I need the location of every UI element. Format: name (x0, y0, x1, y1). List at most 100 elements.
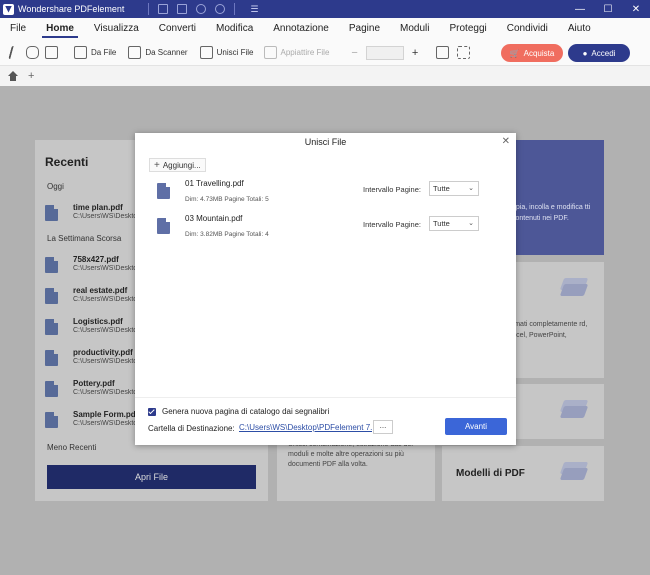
unisci-file-label: Unisci File (216, 48, 254, 57)
recent-title: Recenti (45, 155, 89, 169)
accedi-label: Accedi (591, 48, 616, 58)
zoom-out-button[interactable]: − (351, 40, 357, 66)
page-range-select[interactable]: Tutte ⌄ (429, 181, 479, 196)
recent-file-name: time plan.pdf (73, 203, 123, 212)
recent-file-name: Sample Form.pdf (73, 410, 139, 419)
da-file-button[interactable]: Da File (74, 40, 116, 66)
close-window-button[interactable]: ✕ (622, 0, 650, 18)
catalog-checkbox[interactable] (148, 407, 156, 416)
user-icon: ● (582, 48, 588, 58)
recent-file-name: 758x427.pdf (73, 255, 119, 264)
unisci-file-button[interactable]: Unisci File (199, 40, 254, 66)
menu-moduli[interactable]: Moduli (390, 18, 439, 40)
dialog-close-icon[interactable]: ✕ (502, 136, 510, 147)
fit-page-icon (436, 46, 450, 59)
page-range-label: Intervallo Pagine: (363, 185, 421, 194)
plus-icon: + (154, 159, 160, 171)
pdf-file-icon (45, 381, 58, 397)
pdf-templates-card[interactable]: Modelli di PDF (442, 446, 604, 501)
combine-file-icon (199, 46, 213, 59)
merge-file-row[interactable]: 03 Mountain.pdf Dim: 3.82MB Pagine Total… (157, 214, 507, 244)
chevron-down-icon: ⌄ (468, 185, 474, 192)
new-tab-button[interactable]: + (28, 70, 34, 82)
merge-file-name: 01 Travelling.pdf (185, 179, 244, 188)
maximize-button[interactable]: ☐ (594, 0, 622, 18)
recent-file-name: real estate.pdf (73, 286, 128, 295)
page-range-select[interactable]: Tutte ⌄ (429, 216, 479, 231)
pdf-file-icon (45, 412, 58, 428)
edit-pdf-description: opia, incolla e modifica tti contenuti n… (512, 204, 591, 222)
print-icon[interactable] (177, 4, 188, 14)
page-range-label: Intervallo Pagine: (363, 220, 421, 229)
home-tab-icon[interactable] (8, 71, 18, 81)
menu-pagine[interactable]: Pagine (339, 18, 390, 40)
catalog-label: Genera nuova pagina di catalogo dai segn… (162, 407, 330, 416)
pdf-templates-title: Modelli di PDF (456, 468, 525, 479)
combine-files-dialog: Unisci File ✕ + Aggiungi... 01 Travellin… (135, 133, 516, 445)
zoom-in-button[interactable]: + (412, 40, 418, 66)
next-button[interactable]: Avanti (445, 418, 507, 435)
app-title: Wondershare PDFelement (18, 4, 125, 14)
dialog-title: Unisci File (304, 137, 347, 147)
menu-proteggi[interactable]: Proteggi (439, 18, 496, 40)
accedi-button[interactable]: ● Accedi (568, 44, 630, 62)
da-scanner-button[interactable]: Da Scanner (128, 40, 188, 66)
pdf-file-icon (45, 319, 58, 335)
hand-tool[interactable] (26, 40, 43, 66)
menu-home[interactable]: Home (36, 18, 84, 40)
select-tool[interactable] (8, 40, 22, 66)
merge-file-size: Dim: 3.82MB Pagine Totali: 4 (185, 231, 269, 238)
menu-converti[interactable]: Converti (149, 18, 206, 40)
merge-file-row[interactable]: 01 Travelling.pdf Dim: 4.73MB Pagine Tot… (157, 179, 507, 209)
redo-icon[interactable] (215, 4, 226, 14)
browse-folder-button[interactable]: ... (373, 420, 393, 434)
section-today: Oggi (47, 182, 64, 191)
pdf-file-icon (45, 257, 58, 273)
menu-annotazione[interactable]: Annotazione (263, 18, 339, 40)
add-files-button[interactable]: + Aggiungi... (149, 158, 206, 172)
title-bar: Wondershare PDFelement ☰ — ☐ ✕ (0, 0, 650, 18)
recent-file-name: productivity.pdf (73, 348, 133, 357)
destination-path-link[interactable]: C:\Users\WS\Desktop\PDFelement 7... (239, 423, 372, 432)
recent-file-name: Pottery.pdf (73, 379, 115, 388)
pdf-file-icon (45, 205, 58, 221)
recent-file-name: Logistics.pdf (73, 317, 123, 326)
catalog-option[interactable]: Genera nuova pagina di catalogo dai segn… (148, 407, 329, 416)
pdf-file-icon (157, 183, 170, 199)
menu-aiuto[interactable]: Aiuto (558, 18, 601, 40)
save-icon[interactable] (158, 4, 169, 14)
menu-bar: File Home Visualizza Converti Modifica A… (0, 18, 650, 40)
undo-icon[interactable] (196, 4, 207, 14)
rotate-button[interactable] (457, 40, 474, 66)
appiattire-file-button[interactable]: Appiattire File (263, 40, 330, 66)
menu-condividi[interactable]: Condividi (497, 18, 558, 40)
da-scanner-label: Da Scanner (145, 48, 188, 57)
merge-file-size: Dim: 4.73MB Pagine Totali: 5 (185, 196, 269, 203)
zoom-level-select[interactable] (365, 45, 404, 60)
pdfelement-logo-icon (3, 3, 14, 15)
acquista-label: Acquista (523, 48, 555, 58)
section-last-week: La Settimana Scorsa (47, 234, 122, 243)
menu-file[interactable]: File (0, 18, 36, 40)
rotate-icon (457, 46, 471, 59)
cursor-icon (8, 46, 20, 59)
open-file-button[interactable]: Apri File (47, 465, 256, 489)
minimize-button[interactable]: — (566, 0, 594, 18)
fit-page-button[interactable] (436, 40, 453, 66)
section-less-recent: Meno Recenti (47, 443, 97, 452)
menu-modifica[interactable]: Modifica (206, 18, 263, 40)
pdf-file-icon (157, 218, 170, 234)
menu-visualizza[interactable]: Visualizza (84, 18, 149, 40)
acquista-button[interactable]: 🛒 Acquista (501, 44, 563, 62)
quick-access-menu-icon[interactable]: ☰ (250, 4, 258, 15)
appiattire-file-label: Appiattire File (280, 48, 330, 57)
edit-icon (45, 46, 58, 59)
quick-access-separator (148, 3, 150, 15)
pdf-file-icon (45, 350, 58, 366)
convert-stack-icon (559, 276, 589, 298)
scanner-icon (128, 46, 142, 59)
chevron-down-icon: ⌄ (468, 220, 474, 227)
templates-stack-icon (559, 460, 589, 482)
edit-tool[interactable] (45, 40, 62, 66)
quick-access-separator-2 (234, 3, 236, 15)
